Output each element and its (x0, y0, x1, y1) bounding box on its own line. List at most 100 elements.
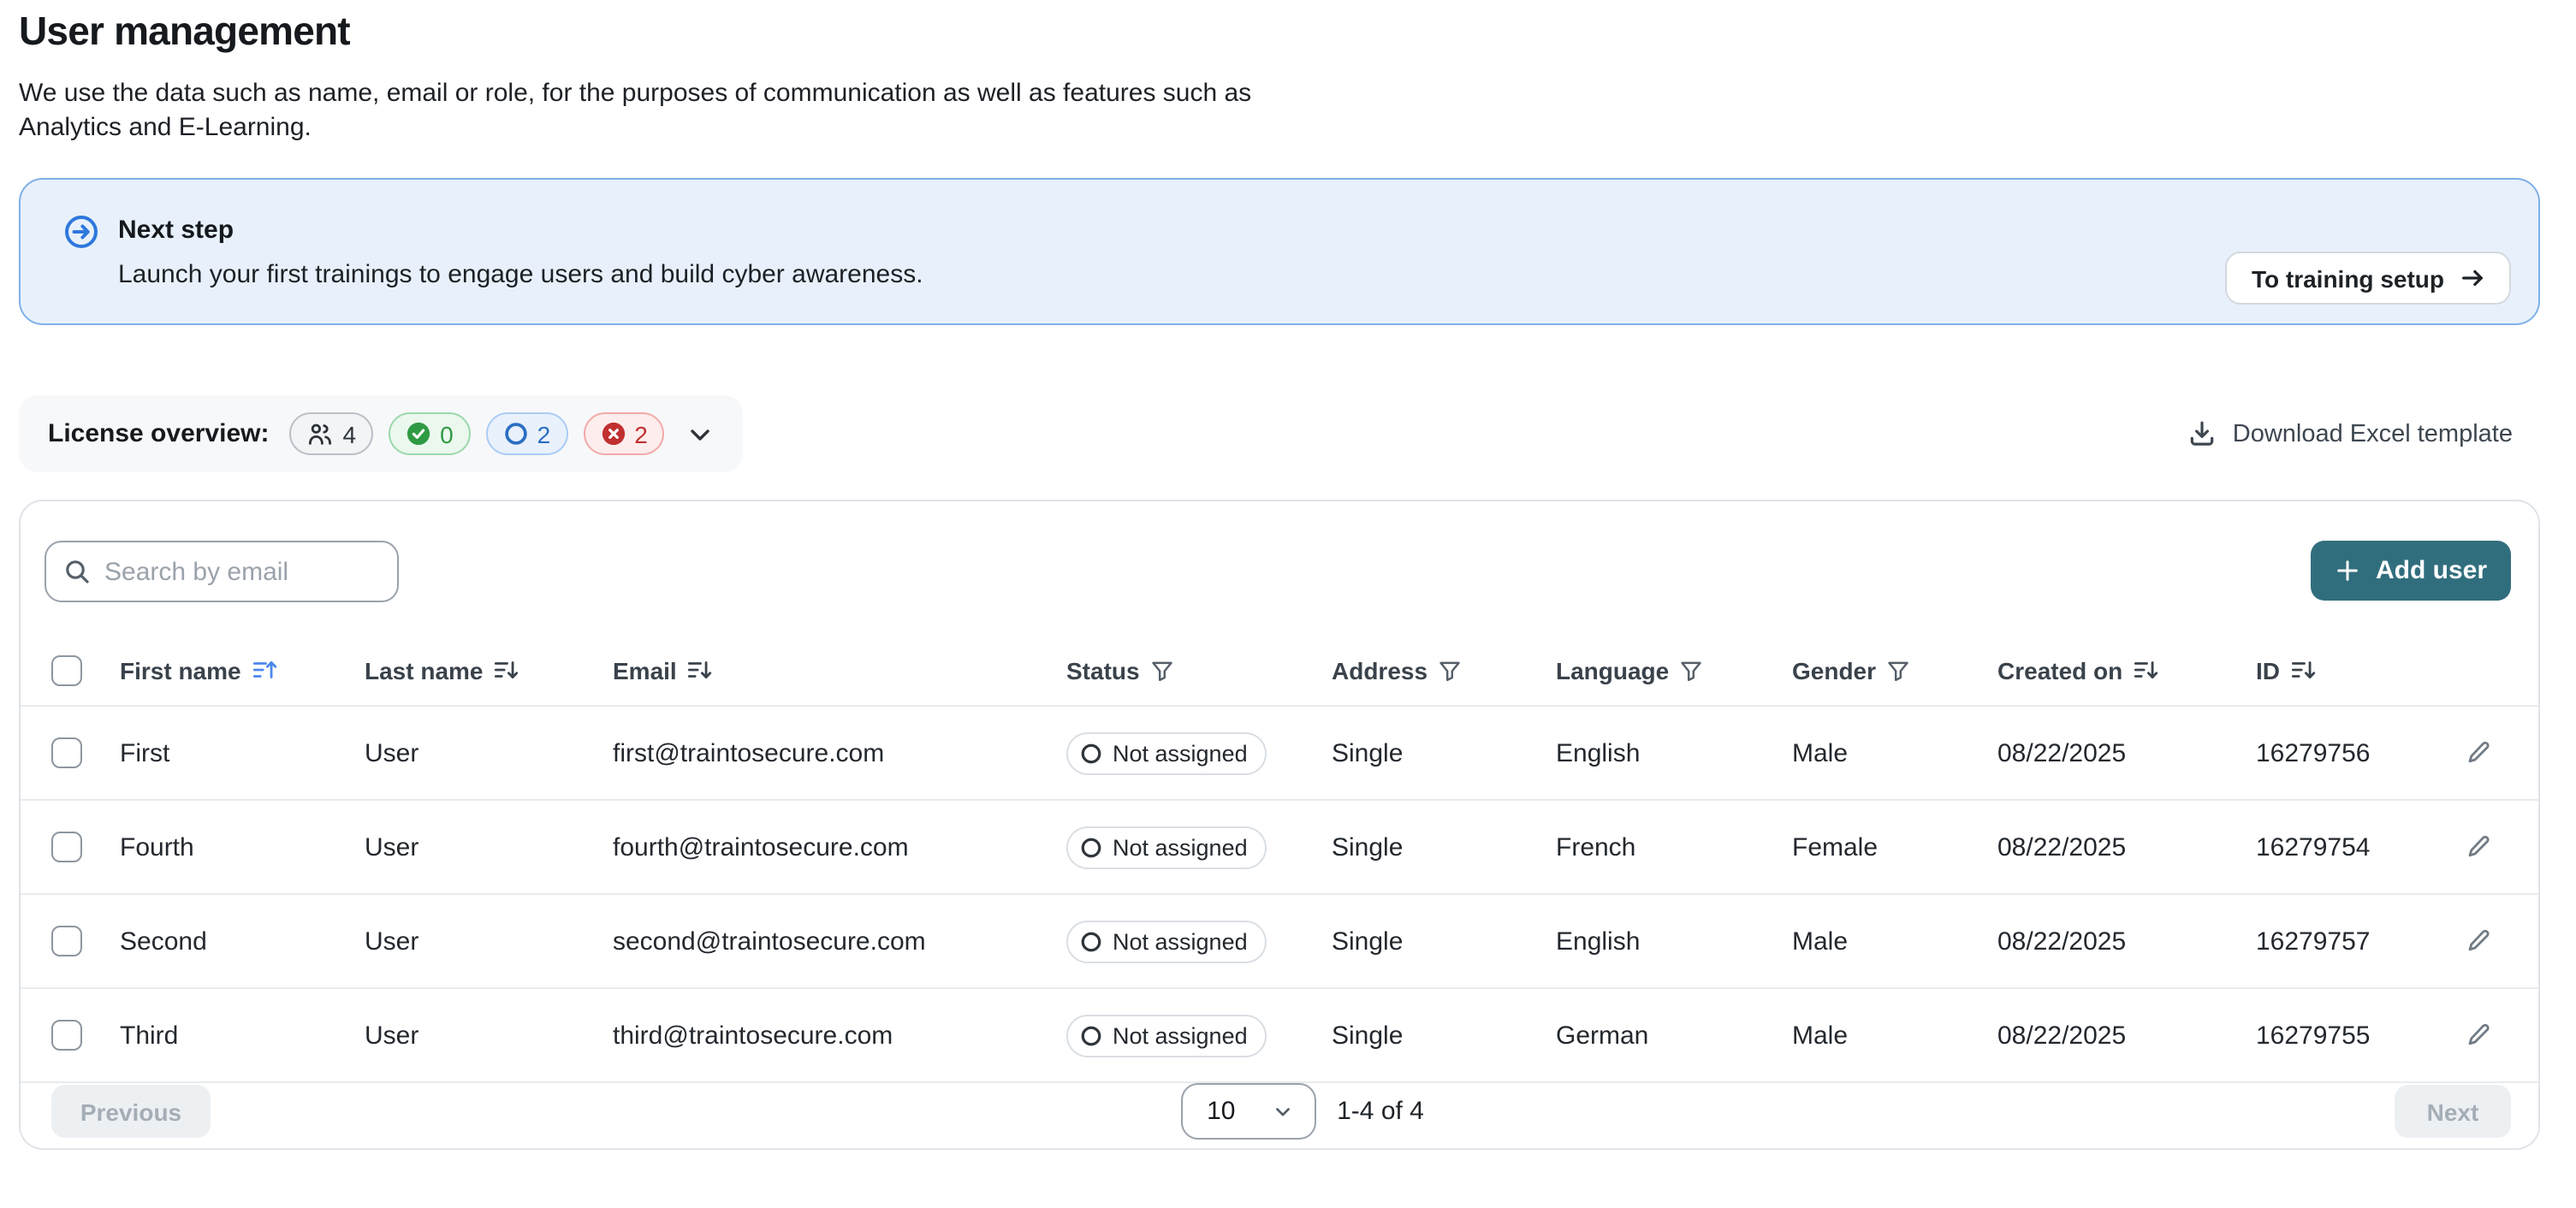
last-name-cell: User (365, 927, 613, 956)
created-on-cell: 08/22/2025 (1997, 927, 2256, 956)
total-users-badge: 4 (289, 412, 373, 455)
id-cell: 16279756 (2256, 738, 2419, 767)
x-circle-icon (600, 421, 626, 447)
first-name-cell: Second (120, 927, 365, 956)
table-row: Third User third@traintosecure.com Not a… (21, 989, 2538, 1083)
arrow-right-circle-icon (63, 214, 99, 250)
language-cell: English (1556, 927, 1792, 956)
license-expand-chevron-down-icon[interactable] (687, 420, 715, 447)
select-all-checkbox[interactable] (51, 654, 82, 685)
users-table-card: Add user First name Last name (19, 500, 2540, 1150)
id-cell: 16279757 (2256, 927, 2419, 956)
column-header-language[interactable]: Language (1556, 656, 1792, 684)
first-name-cell: Fourth (120, 832, 365, 862)
search-input[interactable] (104, 557, 380, 586)
to-training-setup-button[interactable]: To training setup (2226, 252, 2511, 305)
unlicensed-badge: 2 (583, 412, 665, 455)
language-cell: English (1556, 738, 1792, 767)
banner-message: Launch your first trainings to engage us… (118, 260, 923, 289)
download-excel-template-link[interactable]: Download Excel template (2188, 419, 2513, 448)
assigned-count: 0 (440, 420, 454, 447)
users-icon (306, 420, 334, 447)
sort-desc-icon (2290, 657, 2316, 683)
download-excel-template-label: Download Excel template (2233, 420, 2513, 447)
gender-cell: Male (1792, 1021, 1997, 1050)
edit-pencil-icon[interactable] (2465, 739, 2492, 767)
pagination-bar: Previous 10 1-4 of 4 Next (21, 1083, 2538, 1150)
license-overview-label: License overview: (48, 419, 269, 448)
page-size-value: 10 (1207, 1097, 1235, 1126)
assigned-badge: 0 (389, 412, 471, 455)
user-management-page: User management We use the data such as … (0, 0, 2576, 1208)
filter-icon (1886, 658, 1910, 682)
row-checkbox[interactable] (51, 1020, 82, 1051)
email-cell: third@traintosecure.com (613, 1021, 1066, 1050)
add-user-label: Add user (2376, 556, 2487, 585)
first-name-cell: Third (120, 1021, 365, 1050)
row-checkbox[interactable] (51, 832, 82, 862)
column-header-last-name[interactable]: Last name (365, 656, 613, 684)
row-checkbox[interactable] (51, 926, 82, 956)
edit-pencil-icon[interactable] (2465, 927, 2492, 955)
previous-button[interactable]: Previous (51, 1085, 211, 1138)
next-step-banner: Next step Launch your first trainings to… (19, 178, 2540, 325)
next-button[interactable]: Next (2395, 1085, 2511, 1138)
column-header-email[interactable]: Email (613, 656, 1066, 684)
address-cell: Single (1332, 927, 1556, 956)
gender-cell: Male (1792, 738, 1997, 767)
table-row: Second User second@traintosecure.com Not… (21, 895, 2538, 989)
email-cell: second@traintosecure.com (613, 927, 1066, 956)
in-progress-badge: 2 (486, 412, 568, 455)
edit-pencil-icon[interactable] (2465, 1021, 2492, 1049)
id-cell: 16279755 (2256, 1021, 2419, 1050)
sort-asc-icon (252, 657, 277, 683)
unlicensed-count: 2 (634, 420, 648, 447)
last-name-cell: User (365, 832, 613, 862)
column-header-first-name[interactable]: First name (120, 656, 365, 684)
filter-icon (1150, 658, 1174, 682)
table-toolbar: Add user (21, 501, 2538, 602)
status-badge: Not assigned (1066, 826, 1267, 868)
filter-icon (1438, 658, 1462, 682)
table-row: First User first@traintosecure.com Not a… (21, 707, 2538, 801)
status-badge: Not assigned (1066, 1014, 1267, 1057)
email-cell: first@traintosecure.com (613, 738, 1066, 767)
sort-desc-icon (687, 657, 713, 683)
license-overview-row: License overview: 4 (19, 395, 2540, 472)
sort-desc-icon (2133, 657, 2158, 683)
status-badge: Not assigned (1066, 920, 1267, 962)
created-on-cell: 08/22/2025 (1997, 1021, 2256, 1050)
created-on-cell: 08/22/2025 (1997, 738, 2256, 767)
last-name-cell: User (365, 1021, 613, 1050)
edit-pencil-icon[interactable] (2465, 833, 2492, 861)
banner-title: Next step (118, 216, 923, 245)
page-description: We use the data such as name, email or r… (19, 77, 1320, 145)
id-cell: 16279754 (2256, 832, 2419, 862)
language-cell: German (1556, 1021, 1792, 1050)
column-header-address[interactable]: Address (1332, 656, 1556, 684)
column-header-created-on[interactable]: Created on (1997, 656, 2256, 684)
last-name-cell: User (365, 738, 613, 767)
page-size-select[interactable]: 10 (1181, 1083, 1316, 1140)
in-progress-count: 2 (537, 420, 551, 447)
chevron-down-icon (1272, 1100, 1294, 1122)
address-cell: Single (1332, 1021, 1556, 1050)
language-cell: French (1556, 832, 1792, 862)
created-on-cell: 08/22/2025 (1997, 832, 2256, 862)
column-header-gender[interactable]: Gender (1792, 656, 1997, 684)
sort-desc-icon (494, 657, 519, 683)
license-badges: 4 0 2 (289, 412, 664, 455)
row-checkbox[interactable] (51, 737, 82, 768)
address-cell: Single (1332, 738, 1556, 767)
email-cell: fourth@traintosecure.com (613, 832, 1066, 862)
plus-icon (2335, 558, 2360, 583)
status-badge: Not assigned (1066, 731, 1267, 774)
column-header-id[interactable]: ID (2256, 656, 2419, 684)
check-circle-icon (406, 421, 431, 447)
filter-icon (1679, 658, 1703, 682)
pagination-range-label: 1-4 of 4 (1337, 1097, 1424, 1126)
add-user-button[interactable]: Add user (2311, 541, 2511, 601)
gender-cell: Female (1792, 832, 1997, 862)
column-header-status[interactable]: Status (1066, 656, 1332, 684)
total-users-count: 4 (342, 420, 356, 447)
